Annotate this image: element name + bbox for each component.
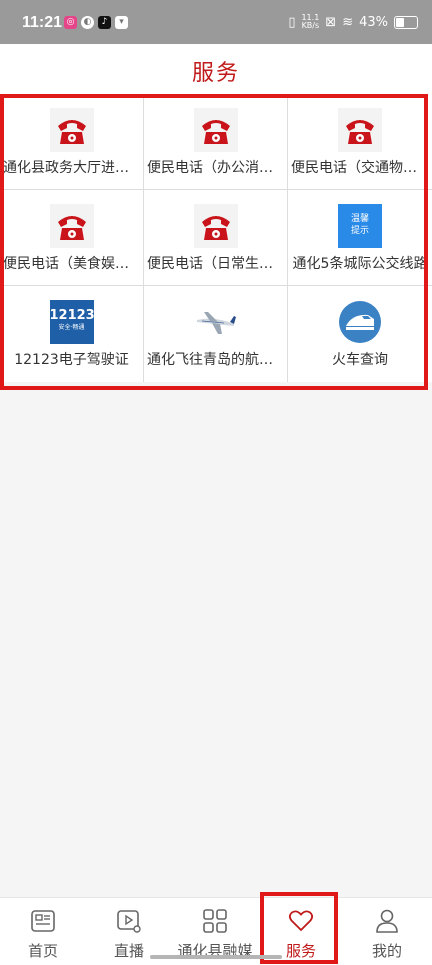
tiktok-icon: ♪ [98, 16, 111, 29]
battery-fill [396, 17, 404, 27]
nav-label: 我的 [371, 942, 402, 960]
service-label: 通化飞往青岛的航班信息 [147, 352, 284, 368]
service-item[interactable]: 便民电话（办公消费） [144, 94, 288, 190]
notice-icon: 温馨 提示 [338, 204, 382, 248]
status-right: ▯ 11.1 KB/s ⊠ ≋ 43% [288, 14, 418, 30]
person-icon [376, 909, 398, 933]
service-label: 通化县政务大厅进驻部门电话 [3, 160, 140, 176]
service-item[interactable]: 便民电话（美食娱乐） [0, 190, 144, 286]
red-phone-icon [193, 108, 238, 152]
service-label: 通化5条城际公交线路 [292, 256, 428, 272]
airplane-icon [196, 312, 236, 334]
red-phone-icon [193, 204, 238, 248]
service-label: 便民电话（交通物流） [291, 160, 429, 176]
icon-12123-subtext: 安全·畅通 [58, 324, 85, 331]
red-phone-icon [49, 108, 94, 152]
service-label: 火车查询 [332, 352, 388, 368]
red-phone-icon [49, 204, 94, 248]
net-speed: 11.1 KB/s [301, 14, 319, 30]
service-label: 便民电话（日常生活） [147, 256, 284, 272]
app-notification-icon: ◎ [64, 16, 77, 29]
wifi-icon: ≋ [342, 14, 354, 30]
train-icon [339, 301, 381, 343]
service-item[interactable]: 通化县政务大厅进驻部门电话 [0, 94, 144, 190]
newspaper-icon [31, 910, 55, 932]
heart-icon [288, 910, 314, 932]
service-grid: 通化县政务大厅进驻部门电话 便民电话（办公消费） 便民电话（交通物流） 便民电话… [0, 94, 432, 382]
sim-icon: ⊠ [325, 14, 337, 30]
battery-icon [394, 15, 418, 29]
service-label: 便民电话（办公消费） [147, 160, 284, 176]
service-item[interactable]: 通化飞往青岛的航班信息 [144, 286, 288, 382]
service-item[interactable]: 12123 安全·畅通 12123电子驾驶证 [0, 286, 144, 382]
nav-item-profile[interactable]: 我的 [344, 898, 430, 965]
status-time: 11:21 [22, 14, 63, 31]
home-indicator [150, 955, 282, 959]
net-speed-unit: KB/s [301, 21, 320, 30]
page-title: 服务 [191, 61, 240, 86]
live-video-icon [117, 910, 141, 933]
status-bar: 11:21 ◎ ◐ ♪ ▾ ▯ 11.1 KB/s ⊠ ≋ 43% [0, 0, 432, 44]
service-label: 12123电子驾驶证 [14, 352, 129, 368]
nav-item-home[interactable]: 首页 [0, 898, 86, 965]
12123-icon: 12123 安全·畅通 [49, 300, 95, 344]
grid-apps-icon [203, 909, 227, 933]
app-notification-icon: ◐ [81, 16, 94, 29]
icon-12123-text: 12123 [49, 308, 95, 323]
service-label: 便民电话（美食娱乐） [3, 256, 140, 272]
notification-icons: ◎ ◐ ♪ ▾ [64, 16, 128, 29]
message-icon: ▾ [115, 16, 128, 29]
vibrate-icon: ▯ [288, 14, 296, 30]
service-item[interactable]: 温馨 提示 通化5条城际公交线路 [288, 190, 432, 286]
service-item[interactable]: 火车查询 [288, 286, 432, 382]
battery-percent: 43% [359, 14, 388, 30]
nav-label: 首页 [27, 942, 58, 960]
red-phone-icon [338, 108, 382, 152]
service-item[interactable]: 便民电话（日常生活） [144, 190, 288, 286]
app-header: 服务 [0, 44, 432, 94]
service-item[interactable]: 便民电话（交通物流） [288, 94, 432, 190]
